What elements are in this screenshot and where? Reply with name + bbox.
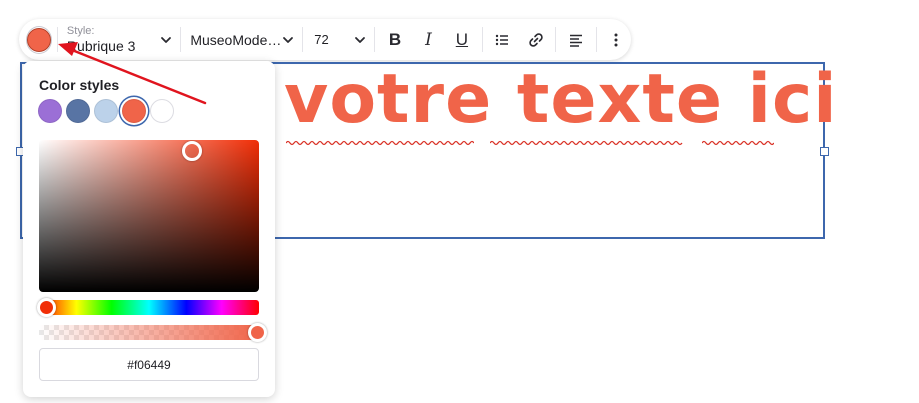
opacity-slider-thumb[interactable] — [248, 323, 267, 342]
opacity-slider[interactable] — [39, 323, 267, 342]
bulleted-list-icon — [496, 34, 509, 45]
style-caption: Style: — [66, 25, 95, 37]
link-icon — [528, 32, 543, 47]
resize-handle-right[interactable] — [820, 147, 829, 156]
underline-button[interactable]: U — [447, 24, 476, 56]
toolbar-divider — [481, 27, 483, 52]
italic-icon: I — [425, 29, 432, 50]
align-left-icon — [570, 34, 583, 47]
saturation-thumb[interactable] — [182, 141, 202, 161]
align-button[interactable] — [561, 24, 590, 56]
color-swatch-row — [38, 99, 174, 123]
spellcheck-underline — [702, 140, 774, 146]
italic-button[interactable]: I — [414, 24, 443, 56]
current-color-dot — [27, 27, 51, 52]
style-value: Rubrique 3 — [66, 38, 136, 54]
font-size-dropdown[interactable]: 72 — [308, 22, 369, 58]
hue-slider[interactable] — [37, 298, 259, 317]
swatch-light-blue[interactable] — [94, 99, 118, 123]
toolbar-divider — [374, 27, 376, 52]
text-toolbar: Style: Rubrique 3 MuseoMode… 72 B I U — [19, 19, 631, 60]
toolbar-divider — [302, 27, 304, 52]
style-dropdown[interactable]: Style: Rubrique 3 — [63, 22, 175, 58]
chevron-down-icon — [283, 36, 294, 43]
bulleted-list-button[interactable] — [488, 24, 517, 56]
color-picker-panel: Color styles — [23, 61, 275, 397]
color-styles-heading: Color styles — [39, 77, 120, 93]
hex-color-input[interactable] — [39, 348, 259, 381]
font-size-value: 72 — [314, 32, 329, 47]
headline-text[interactable]: votre texte ici — [284, 66, 838, 134]
text-color-button[interactable] — [26, 25, 52, 54]
toolbar-divider — [555, 27, 557, 52]
more-options-button[interactable] — [602, 24, 631, 56]
chevron-down-icon — [161, 36, 172, 43]
toolbar-divider — [57, 27, 58, 52]
bold-button[interactable]: B — [380, 24, 409, 56]
saturation-value-picker[interactable] — [39, 140, 259, 292]
link-button[interactable] — [521, 24, 550, 56]
toolbar-divider — [595, 27, 597, 52]
swatch-coral[interactable] — [122, 99, 146, 123]
hue-slider-thumb[interactable] — [37, 298, 56, 317]
more-vertical-icon — [614, 33, 618, 46]
chevron-down-icon — [355, 36, 366, 43]
swatch-purple[interactable] — [38, 99, 62, 123]
swatch-white[interactable] — [150, 99, 174, 123]
font-family-value: MuseoMode… — [190, 31, 282, 48]
swatch-slate-blue[interactable] — [66, 99, 90, 123]
bold-icon: B — [388, 29, 402, 49]
toolbar-divider — [180, 27, 182, 52]
spellcheck-underline — [490, 140, 683, 146]
font-family-dropdown[interactable]: MuseoMode… — [186, 22, 297, 58]
spellcheck-underline — [286, 140, 474, 146]
underline-icon: U — [455, 29, 469, 49]
